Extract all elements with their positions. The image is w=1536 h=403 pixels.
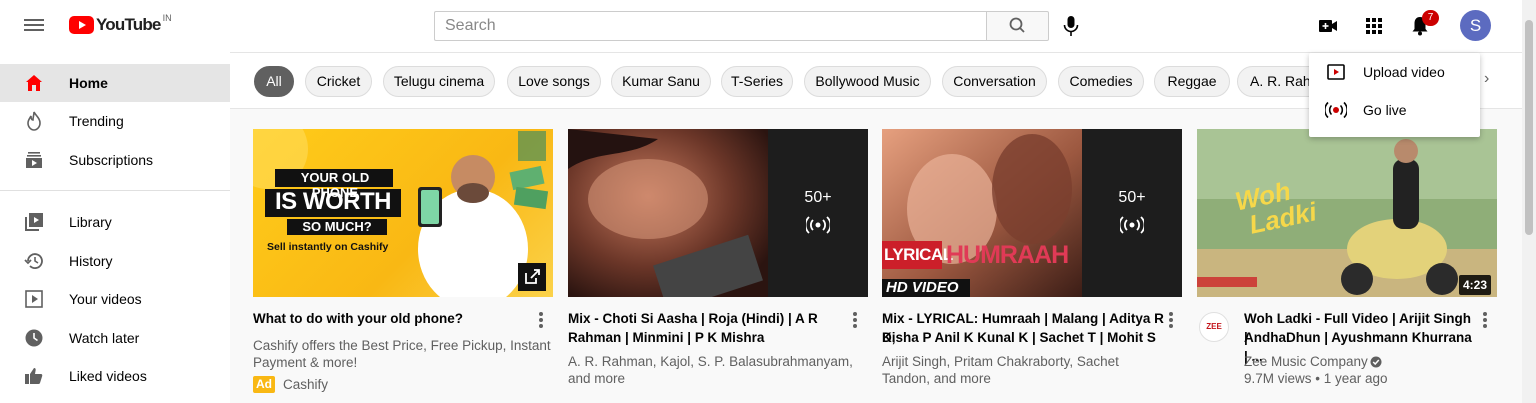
menu-item-go-live[interactable]: Go live [1309,91,1480,129]
chevron-right-icon[interactable]: › [1484,70,1489,88]
mix-radio-icon [1120,216,1144,234]
sidebar-item-label: Liked videos [69,368,147,384]
video-title-line-2[interactable]: Disha P Anil K Kunal K | Sachet T | Mohi… [882,328,1167,347]
external-link-icon[interactable] [518,263,546,291]
more-options-icon[interactable] [1483,312,1487,328]
sidebar-item-label: Your videos [69,291,142,307]
ad-channel-name[interactable]: Cashify [283,376,328,393]
youtube-play-icon [69,16,94,34]
menu-item-label: Upload video [1363,64,1445,80]
sidebar-item-watch-later[interactable]: Watch later [0,319,230,357]
ad-tagline: Sell instantly on Cashify [267,241,389,253]
verified-check-icon [1370,356,1382,368]
masthead: YouTube IN 7 S [0,0,1536,52]
history-icon [24,253,43,269]
ad-description: Cashify offers the Best Price, Free Pick… [253,338,551,370]
playlist-count: 50+ [804,189,832,206]
sidebar-item-home[interactable]: Home [0,64,230,102]
logo-region: IN [162,13,172,23]
sidebar-item-label: Watch later [69,330,140,346]
channel-avatar[interactable]: ZEE [1199,312,1229,342]
video-title-line-2[interactable]: Rahman | Minmini | P K Mishra [568,328,843,347]
chip-conversation[interactable]: Conversation [942,66,1047,97]
ad-thumbnail[interactable]: YOUR OLD PHONE IS WORTH SO MUCH? Sell in… [253,129,553,297]
sidebar-item-label: Subscriptions [69,152,154,168]
chip-bollywood-music[interactable]: Bollywood Music [804,66,931,97]
scrollbar-thumb[interactable] [1525,20,1533,235]
channel-name[interactable]: Zee Music Company [1244,353,1368,370]
chip-kumar-sanu[interactable]: Kumar Sanu [611,66,711,97]
library-icon [25,213,43,231]
sidebar-item-subscriptions[interactable]: Subscriptions [0,141,230,179]
search-button[interactable] [986,11,1049,41]
your-videos-icon [25,290,43,308]
video-meta-line-1: A. R. Rahman, Kajol, S. P. Balasubrahman… [568,354,853,369]
video-stats: 9.7M views • 1 year ago [1244,371,1388,386]
video-title-line-1[interactable]: Mix - Choti Si Aasha | Roja (Hindi) | A … [568,309,843,328]
guide-sidebar: Home Trending Subscriptions Library Hist… [0,52,230,403]
ad-headline-3: SO MUCH? [302,219,372,234]
sidebar-item-label: Home [69,75,108,91]
thumb-label-lyrical: LYRICAL [884,245,953,264]
liked-videos-icon [25,368,43,384]
video-thumbnail[interactable]: Woh Ladki 4:23 [1197,129,1497,297]
create-menu-dropdown: Upload video Go live [1309,53,1480,137]
trending-icon [27,111,41,131]
search-icon [1009,17,1025,33]
chip-t-series[interactable]: T-Series [721,66,793,97]
sidebar-divider [0,190,230,191]
chip-love-songs[interactable]: Love songs [507,66,601,97]
microphone-icon[interactable] [1061,15,1081,37]
sidebar-item-history[interactable]: History [0,242,230,280]
more-options-icon[interactable] [853,312,857,328]
video-title[interactable]: What to do with your old phone? [253,309,523,328]
thumb-label-song: HUMRAAH [946,241,1069,269]
create-video-icon[interactable] [1316,14,1340,38]
sidebar-item-your-videos[interactable]: Your videos [0,280,230,318]
search-input[interactable] [435,12,987,40]
search-box [434,11,987,41]
thumbnail-art [882,129,1182,297]
sidebar-item-label: Library [69,214,112,230]
mix-radio-icon [806,216,830,234]
notification-count-badge: 7 [1422,10,1439,26]
menu-icon[interactable] [24,16,44,36]
menu-item-label: Go live [1363,102,1407,118]
chip-comedies[interactable]: Comedies [1058,66,1144,97]
youtube-logo[interactable]: YouTube IN [69,13,172,35]
sidebar-item-label: Trending [69,113,124,129]
account-avatar[interactable]: S [1460,10,1491,41]
sidebar-item-trending[interactable]: Trending [0,102,230,140]
upload-video-icon [1327,64,1345,80]
ad-headline-2: IS WORTH [275,188,392,215]
video-thumbnail[interactable]: 50+ [568,129,868,297]
thumb-label-hd: HD VIDEO [882,279,970,297]
subscriptions-icon [26,152,42,168]
video-meta-line-2: and more [568,371,626,386]
ad-badge: Ad [253,376,275,393]
video-meta-line-2: Tandon, and more [882,371,991,386]
video-thumbnail[interactable]: LYRICAL HUMRAAH HD VIDEO 50+ [882,129,1182,297]
playlist-count: 50+ [1118,189,1146,206]
video-duration: 4:23 [1459,275,1492,295]
home-icon [26,75,42,91]
thumbnail-art [568,129,868,297]
chip-all[interactable]: All [254,66,294,97]
sidebar-item-liked-videos[interactable]: Liked videos [0,357,230,395]
more-options-icon[interactable] [539,312,543,328]
go-live-icon [1325,101,1347,119]
more-options-icon[interactable] [1169,312,1173,328]
sidebar-item-library[interactable]: Library [0,203,230,241]
watch-later-icon [25,329,43,347]
page-scrollbar[interactable] [1522,0,1536,403]
apps-grid-icon[interactable] [1362,14,1386,38]
logo-text: YouTube [96,15,161,34]
video-meta-line-1: Arijit Singh, Pritam Chakraborty, Sachet [882,354,1119,369]
chip-telugu-cinema[interactable]: Telugu cinema [383,66,495,97]
chip-cricket[interactable]: Cricket [305,66,372,97]
menu-item-upload-video[interactable]: Upload video [1309,53,1480,91]
chip-reggae[interactable]: Reggae [1154,66,1230,97]
sidebar-item-label: History [69,253,113,269]
